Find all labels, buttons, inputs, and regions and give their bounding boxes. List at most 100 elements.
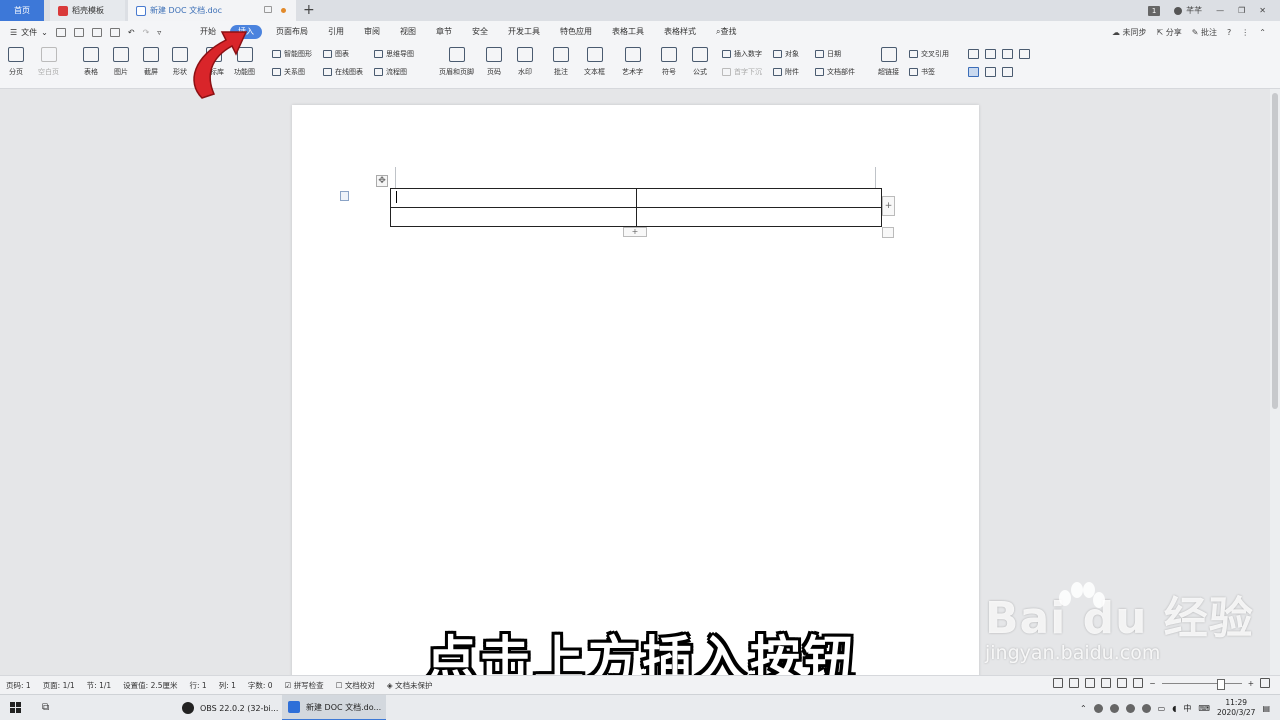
document-table[interactable] xyxy=(390,188,882,227)
add-row-button[interactable]: + xyxy=(623,227,647,237)
date-button[interactable]: 日期 xyxy=(815,49,841,59)
print-preview-icon[interactable] xyxy=(109,27,120,37)
outline-view-icon[interactable] xyxy=(1101,678,1112,688)
zoom-in-icon[interactable]: + xyxy=(1248,679,1254,688)
menu-developer[interactable]: 开发工具 xyxy=(498,21,550,43)
zoom-slider[interactable] xyxy=(1161,678,1242,690)
menu-security[interactable]: 安全 xyxy=(462,21,498,43)
bookmark-button[interactable]: 书签 xyxy=(909,67,935,77)
close-icon[interactable]: ✕ xyxy=(1259,6,1266,15)
header-footer-button[interactable]: 页眉和页脚 xyxy=(439,47,474,77)
menu-review[interactable]: 审阅 xyxy=(354,21,390,43)
picture-button[interactable]: 图片 xyxy=(113,47,129,77)
more-icon[interactable]: ⋮ xyxy=(1241,28,1249,37)
menu-page-layout[interactable]: 页面布局 xyxy=(266,21,318,43)
tray-app-icon[interactable] xyxy=(1125,703,1135,713)
minimize-icon[interactable]: — xyxy=(1216,6,1224,15)
status-words[interactable]: 字数: 0 xyxy=(248,680,273,691)
mindmap-button[interactable]: 思维导图 xyxy=(374,49,414,59)
user-account[interactable]: 芊芊 xyxy=(1174,5,1202,16)
taskbar-obs[interactable]: OBS 22.0.2 (32-bi... xyxy=(176,695,280,720)
smartart-button[interactable]: 智能图形 xyxy=(272,49,312,59)
textbox-button[interactable]: 文本框 xyxy=(584,47,605,77)
tray-app-icon[interactable] xyxy=(1093,703,1103,713)
menu-table-tools[interactable]: 表格工具 xyxy=(602,21,654,43)
eye-protect-icon[interactable] xyxy=(1133,678,1144,688)
tab-home[interactable]: 首页 xyxy=(0,0,44,21)
help-button[interactable]: ? xyxy=(1227,28,1231,37)
ime-indicator[interactable]: 中 xyxy=(1183,703,1191,714)
taskbar-wps[interactable]: 新建 DOC 文档.do... xyxy=(282,695,386,720)
clock[interactable]: 11:29 2020/3/27 xyxy=(1217,698,1255,718)
formula-button[interactable]: 公式 xyxy=(692,47,708,77)
status-setting[interactable]: 设置值: 2.5厘米 xyxy=(123,680,177,691)
print-icon[interactable] xyxy=(91,27,102,37)
save-icon[interactable] xyxy=(55,27,66,37)
volume-icon[interactable]: ◖ xyxy=(1172,704,1176,713)
restore-icon[interactable]: ❐ xyxy=(1238,6,1245,15)
sync-button[interactable]: ☁ 未同步 xyxy=(1112,27,1147,38)
hyperlink-button[interactable]: 超链接 xyxy=(878,47,899,77)
menu-table-style[interactable]: 表格样式 xyxy=(654,21,706,43)
layout-option-5-icon[interactable] xyxy=(968,67,979,77)
add-column-button[interactable]: + xyxy=(882,196,895,216)
workspace-badge[interactable]: 1 xyxy=(1148,5,1161,16)
menu-view[interactable]: 视图 xyxy=(390,21,426,43)
doc-protect-button[interactable]: ◈ 文档未保护 xyxy=(387,680,433,691)
insert-number-button[interactable]: 插入数字 xyxy=(722,49,762,59)
fit-page-icon[interactable] xyxy=(1260,678,1270,688)
layout-option-3-icon[interactable] xyxy=(1002,49,1013,59)
doc-proof-button[interactable]: ☐ 文档校对 xyxy=(336,680,375,691)
edit-view-icon[interactable] xyxy=(1085,678,1096,688)
menu-chapter[interactable]: 章节 xyxy=(426,21,462,43)
document-page[interactable]: ✥ + + xyxy=(292,105,979,680)
spell-check-button[interactable]: ☑ 拼写检查 xyxy=(285,680,324,691)
table-cell[interactable] xyxy=(390,207,637,227)
zoom-out-icon[interactable]: − xyxy=(1149,679,1155,688)
web-view-icon[interactable] xyxy=(1117,678,1128,688)
notification-icon[interactable]: ▤ xyxy=(1262,704,1270,713)
flowchart-button[interactable]: 流程图 xyxy=(374,67,407,77)
table-move-handle[interactable]: ✥ xyxy=(376,175,388,187)
redo-icon[interactable]: ↷ xyxy=(143,28,150,37)
share-button[interactable]: ⇱ 分享 xyxy=(1157,27,1182,38)
tray-app-icon[interactable] xyxy=(1141,703,1151,713)
paragraph-layout-icon[interactable] xyxy=(340,191,349,201)
new-tab-button[interactable]: + xyxy=(303,2,315,18)
table-cell[interactable] xyxy=(390,188,637,208)
drop-cap-button[interactable]: 首字下沉 xyxy=(722,67,762,77)
scrollbar-thumb[interactable] xyxy=(1272,93,1278,409)
blank-page-button[interactable]: 空白页 xyxy=(38,47,59,77)
page-view-icon[interactable] xyxy=(1069,678,1080,688)
page-number-button[interactable]: 页码 xyxy=(486,47,502,77)
menu-special[interactable]: 特色应用 xyxy=(550,21,602,43)
export-pdf-icon[interactable] xyxy=(73,27,84,37)
keyboard-icon[interactable]: ⌨ xyxy=(1198,704,1210,713)
menu-references[interactable]: 引用 xyxy=(318,21,354,43)
layout-option-4-icon[interactable] xyxy=(1019,49,1030,59)
wordart-button[interactable]: 艺术字 xyxy=(622,47,643,77)
comment-button[interactable]: ✎ 批注 xyxy=(1192,27,1217,38)
cross-reference-button[interactable]: 交叉引用 xyxy=(909,49,949,59)
symbol-button[interactable]: 符号 xyxy=(661,47,677,77)
task-view-icon[interactable]: ⧉ xyxy=(42,702,49,713)
vertical-scrollbar[interactable] xyxy=(1270,89,1280,675)
layout-option-6-icon[interactable] xyxy=(985,67,996,77)
tab-template[interactable]: 稻壳模板 xyxy=(50,0,125,21)
windows-start-icon[interactable] xyxy=(10,702,22,714)
pin-icon[interactable] xyxy=(264,6,272,13)
file-menu[interactable]: ☰ 文件 ⌄ xyxy=(10,27,48,38)
tray-expand-icon[interactable]: ⌃ xyxy=(1080,704,1087,713)
layout-option-2-icon[interactable] xyxy=(985,49,996,59)
watermark-button[interactable]: 水印 xyxy=(517,47,533,77)
table-cell[interactable] xyxy=(635,188,882,208)
search-button[interactable]: ⌕查找 xyxy=(706,21,746,43)
collapse-ribbon-icon[interactable]: ⌃ xyxy=(1259,28,1266,37)
table-button[interactable]: 表格 xyxy=(83,47,99,77)
screenshot-button[interactable]: 截屏 xyxy=(143,47,159,77)
status-section[interactable]: 节: 1/1 xyxy=(87,680,111,691)
object-button[interactable]: 对象 xyxy=(773,49,799,59)
network-icon[interactable]: ▭ xyxy=(1158,704,1166,713)
doc-parts-button[interactable]: 文档部件 xyxy=(815,67,855,77)
attachment-button[interactable]: 附件 xyxy=(773,67,799,77)
